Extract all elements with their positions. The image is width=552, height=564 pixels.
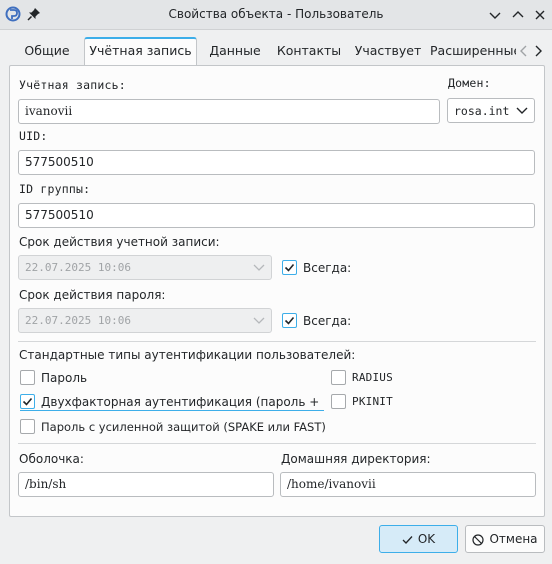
minimize-button[interactable] — [486, 6, 504, 24]
maximize-button[interactable] — [509, 6, 527, 24]
auth-radius-label: RADIUS — [352, 371, 393, 384]
domain-select[interactable]: rosa.int — [447, 98, 535, 123]
shell-label: Оболочка: — [19, 452, 84, 466]
account-panel: Учётная запись: Домен: ivanovii rosa.int… — [9, 65, 545, 517]
tab-extended[interactable]: Расширенные — [430, 37, 516, 65]
auth-radius-checkbox[interactable] — [331, 370, 346, 385]
tab-scroll-right-icon[interactable] — [531, 44, 545, 58]
account-label: Учётная запись: — [19, 78, 126, 92]
auth-section-label: Стандартные типы аутентификации пользова… — [19, 348, 356, 362]
gid-input[interactable]: 577500510 — [18, 203, 535, 228]
ok-button[interactable]: OK — [379, 525, 458, 553]
account-expiry-label: Срок действия учетной записи: — [19, 235, 220, 249]
gid-label: ID группы: — [19, 182, 91, 196]
uid-input[interactable]: 577500510 — [18, 150, 535, 175]
ok-button-label: OK — [417, 532, 436, 546]
password-expiry-value: 22.07.2025 10:06 — [25, 314, 131, 327]
title-bar: Свойства объекта - Пользователь — [0, 0, 552, 30]
auth-password-checkbox[interactable] — [20, 370, 35, 385]
checkmark-icon — [22, 397, 33, 406]
password-expiry-label: Срок действия пароля: — [19, 288, 166, 302]
auth-spake-label: Пароль с усиленной защитой (SPAKE или FA… — [41, 420, 326, 434]
uid-label: UID: — [19, 129, 48, 143]
auth-password-label: Пароль — [41, 371, 88, 385]
account-input[interactable]: ivanovii — [18, 99, 440, 124]
cancel-button-label: Отмена — [489, 532, 538, 546]
tab-scroll-left-icon[interactable] — [517, 44, 531, 58]
tab-member-of[interactable]: Участвует — [349, 37, 427, 65]
account-always-label: Всегда: — [303, 261, 352, 275]
tab-contacts[interactable]: Контакты — [273, 37, 345, 65]
focus-underline — [20, 410, 324, 411]
account-expiry-value: 22.07.2025 10:06 — [25, 261, 131, 274]
window-title: Свойства объекта - Пользователь — [168, 7, 384, 21]
close-button[interactable] — [531, 6, 549, 24]
tab-account[interactable]: Учётная запись — [84, 37, 197, 66]
domain-label: Домен: — [448, 76, 491, 90]
domain-select-value: rosa.int — [454, 104, 510, 118]
auth-two-factor-checkbox[interactable] — [20, 394, 35, 409]
auth-two-factor-label: Двухфакторная аутентификация (пароль + ( — [41, 395, 323, 409]
cancel-icon — [472, 533, 485, 546]
password-expiry-date-input: 22.07.2025 10:06 — [18, 308, 272, 333]
checkmark-icon — [284, 263, 295, 272]
chevron-down-icon — [253, 317, 265, 324]
close-icon — [535, 10, 545, 20]
chevron-up-icon — [512, 11, 524, 18]
home-dir-input[interactable]: /home/ivanovii — [280, 472, 536, 497]
auth-pkinit-label: PKINIT — [352, 395, 393, 408]
check-icon — [402, 535, 413, 544]
account-always-checkbox[interactable] — [282, 260, 297, 275]
tab-data[interactable]: Данные — [200, 37, 270, 65]
account-expiry-date-input: 22.07.2025 10:06 — [18, 255, 272, 280]
tab-bar: Общие Учётная запись Данные Контакты Уча… — [9, 37, 545, 66]
chevron-down-icon — [516, 107, 528, 114]
auth-spake-checkbox[interactable] — [20, 419, 35, 434]
chevron-down-icon — [489, 12, 501, 19]
shell-input[interactable]: /bin/sh — [18, 472, 274, 497]
checkmark-icon — [284, 316, 295, 325]
chevron-down-icon — [253, 264, 265, 271]
separator — [18, 443, 536, 444]
tab-general[interactable]: Общие — [13, 37, 81, 65]
separator — [18, 341, 536, 342]
cancel-button[interactable]: Отмена — [465, 525, 545, 553]
password-always-checkbox[interactable] — [282, 313, 297, 328]
home-dir-label: Домашняя директория: — [281, 452, 431, 466]
auth-pkinit-checkbox[interactable] — [331, 394, 346, 409]
password-always-label: Всегда: — [303, 314, 352, 328]
